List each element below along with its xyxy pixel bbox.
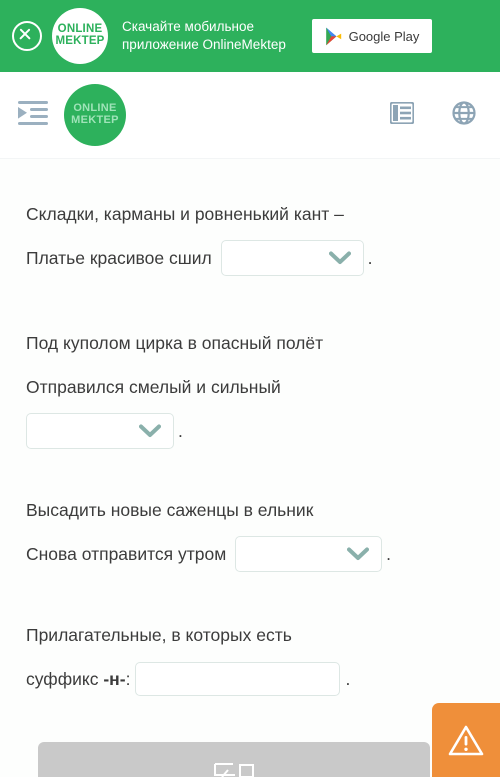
google-play-triangle-icon: [325, 27, 341, 45]
list-view-icon[interactable]: [389, 100, 415, 129]
app-logo-line2: MEKTEP: [71, 114, 119, 126]
question-4-line-2: суффикс -н- : .: [26, 657, 480, 701]
question-2-line-2: Отправился смелый и сильный: [26, 365, 480, 409]
question-3-dropdown[interactable]: [235, 536, 383, 572]
question-3-line-1: Высадить новые саженцы в ельник: [26, 488, 480, 532]
question-3-text-before: Снова отправится утром: [26, 544, 232, 564]
question-1-text-line1: Складки, карманы и ровненький кант –: [26, 204, 344, 224]
bottom-action-bar[interactable]: [38, 742, 430, 777]
question-2-line-3: .: [26, 409, 480, 453]
promo-logo: ONLINE MEKTEP: [52, 8, 108, 64]
question-4-text-before: суффикс: [26, 669, 104, 689]
promo-text-line1: Скачайте мобильное: [122, 19, 254, 34]
question-2-text-line1: Под куполом цирка в опасный полёт: [26, 333, 324, 353]
question-1: Складки, карманы и ровненький кант – Пла…: [26, 192, 480, 280]
question-3: Высадить новые саженцы в ельник Снова от…: [26, 488, 480, 576]
question-2: Под куполом цирка в опасный полёт Отправ…: [26, 321, 480, 453]
question-2-text-before: Отправился смелый и сильный: [26, 377, 281, 397]
google-play-label: Google Play: [348, 28, 420, 44]
question-4-text-colon: :: [125, 669, 131, 689]
promo-text-line2: приложение OnlineMektep: [122, 37, 286, 52]
globe-language-icon[interactable]: [452, 100, 476, 130]
question-1-text-before: Платье красивое сшил: [26, 248, 217, 268]
promo-logo-line2: MEKTEP: [55, 35, 105, 47]
question-4-text-input[interactable]: [135, 662, 341, 696]
warning-triangle-icon: [448, 725, 484, 755]
question-1-line-1: Складки, карманы и ровненький кант –: [26, 192, 480, 236]
close-circle-icon[interactable]: [12, 21, 42, 51]
chevron-down-icon: [328, 251, 351, 264]
question-4-text-after: .: [345, 669, 351, 689]
question-4-suffix-bold: -н-: [103, 669, 126, 689]
question-2-dropdown[interactable]: [26, 413, 174, 449]
promo-banner: ONLINE MEKTEP Скачайте мобильное приложе…: [0, 0, 500, 72]
question-3-text-line1: Высадить новые саженцы в ельник: [26, 500, 314, 520]
promo-text: Скачайте мобильное приложение OnlineMekt…: [122, 18, 312, 54]
chevron-down-icon: [139, 424, 161, 437]
report-problem-button[interactable]: [432, 703, 500, 777]
app-page: ONLINE MEKTEP Скачайте мобильное приложе…: [0, 0, 500, 777]
question-1-dropdown[interactable]: [220, 240, 364, 276]
app-header: ONLINE MEKTEP: [0, 72, 500, 159]
question-2-text-after: .: [178, 421, 183, 441]
question-3-text-after: .: [386, 544, 392, 564]
question-3-line-2: Снова отправится утром .: [26, 532, 480, 576]
question-4: Прилагательные, в которых есть суффикс -…: [26, 613, 480, 701]
feedback-icon: [213, 761, 255, 777]
question-4-text-line1: Прилагательные, в которых есть: [26, 625, 292, 645]
question-1-line-2: Платье красивое сшил .: [26, 236, 480, 280]
question-1-text-after: .: [367, 248, 373, 268]
question-2-line-1: Под куполом цирка в опасный полёт: [26, 321, 480, 365]
indent-menu-icon[interactable]: [18, 100, 48, 131]
google-play-button[interactable]: Google Play: [312, 19, 432, 53]
question-4-line-1: Прилагательные, в которых есть: [26, 613, 480, 657]
app-logo[interactable]: ONLINE MEKTEP: [64, 84, 126, 146]
chevron-down-icon: [347, 547, 370, 560]
questions-content: Складки, карманы и ровненький кант – Пла…: [0, 158, 500, 777]
